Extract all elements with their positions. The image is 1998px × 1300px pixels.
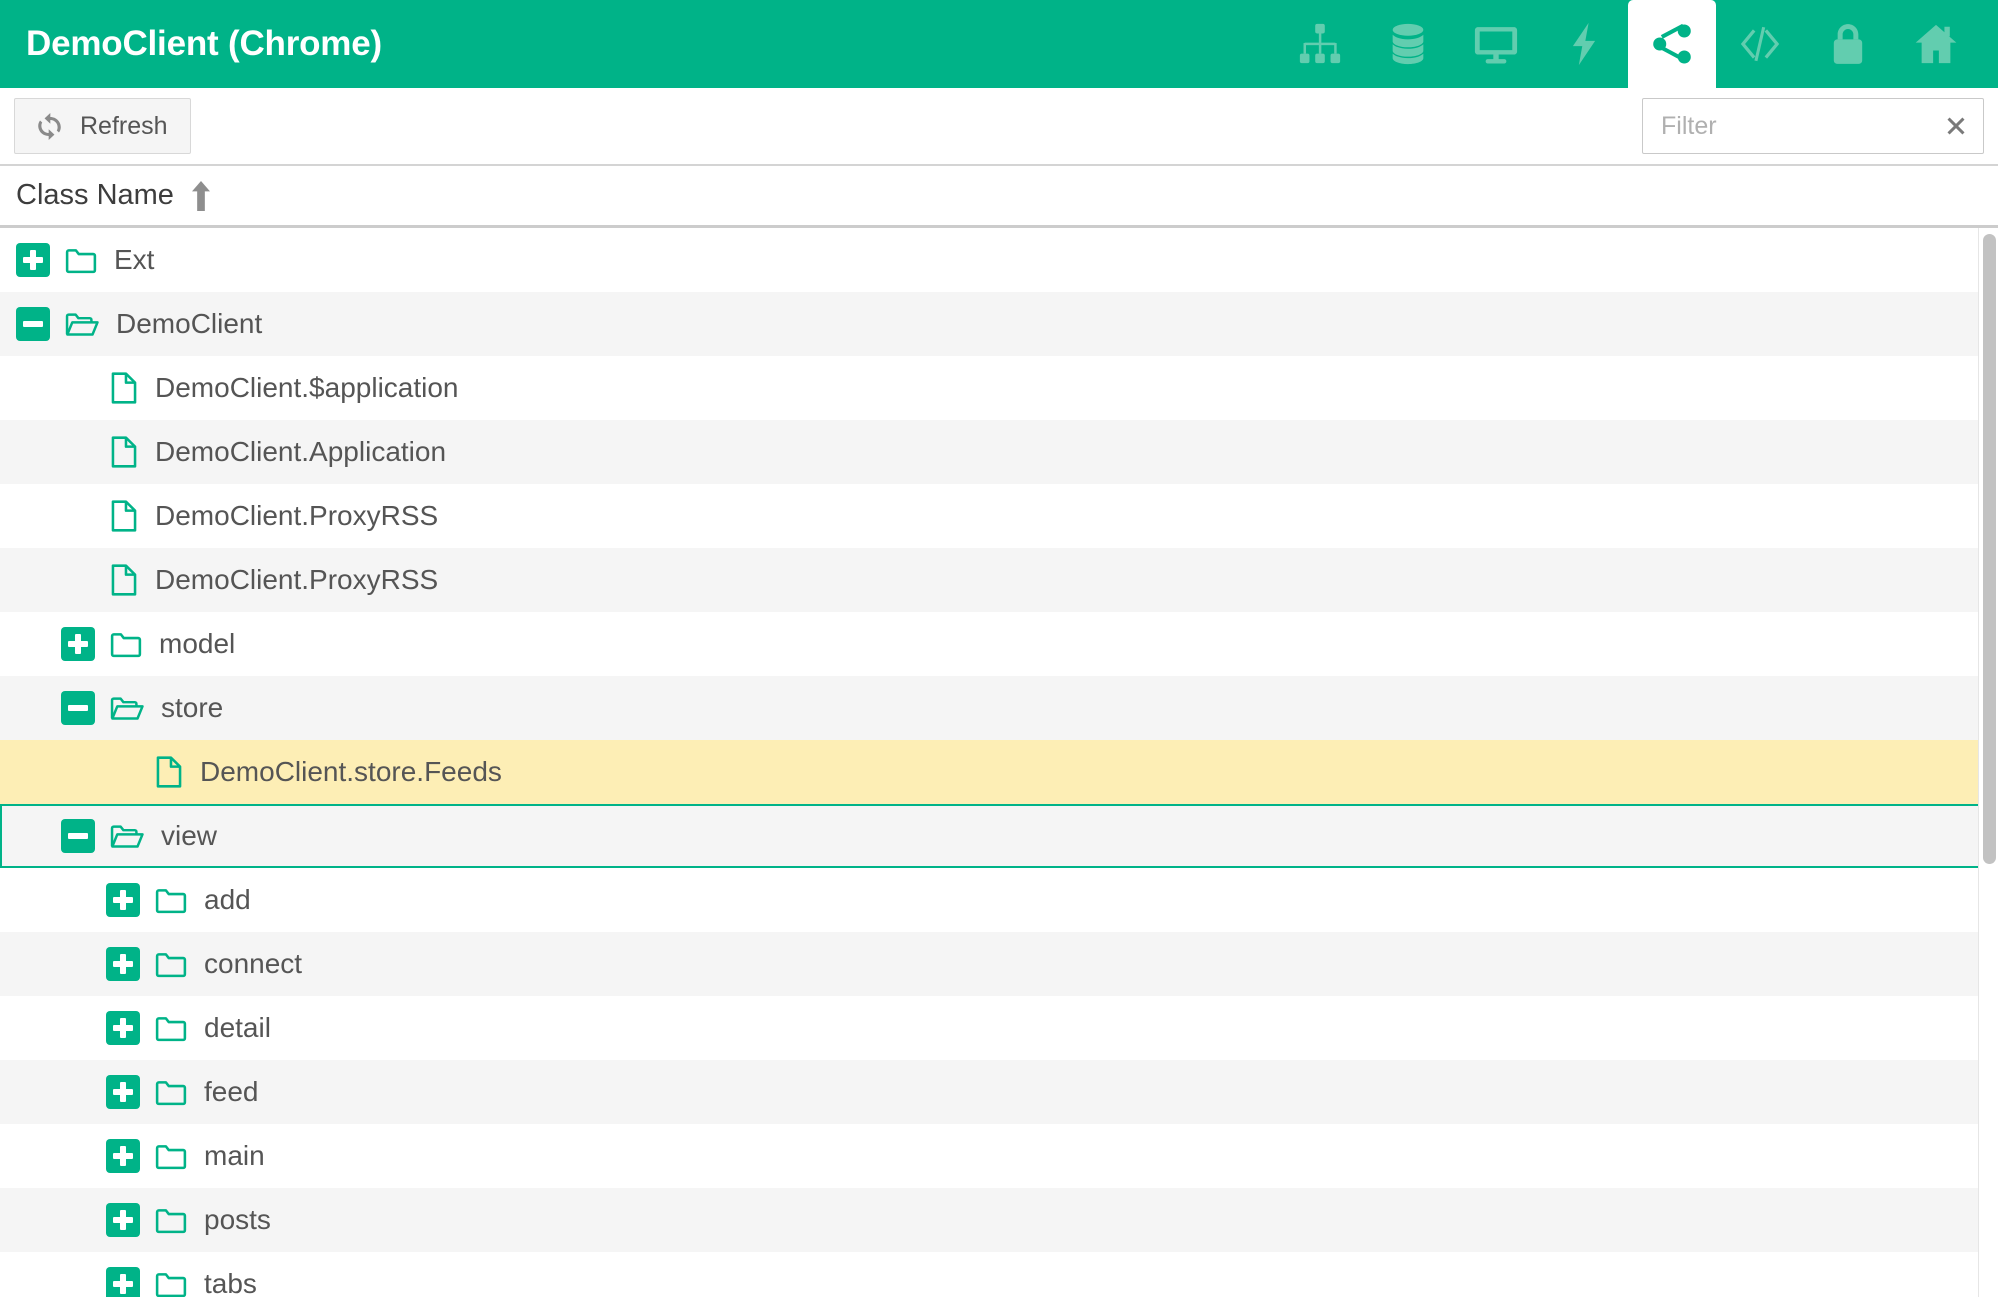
tree-row-label: feed (204, 1076, 259, 1107)
expand-icon[interactable] (106, 1203, 140, 1237)
tab-layout[interactable] (1452, 0, 1540, 88)
tree-row-label: model (159, 628, 236, 659)
refresh-button[interactable]: Refresh (14, 98, 191, 154)
tree-row-label: DemoClient.ProxyRSS (155, 564, 439, 595)
tree-row-label: main (204, 1140, 265, 1171)
tree-row-label: Ext (114, 244, 155, 275)
tree-row[interactable]: connect (0, 932, 1998, 996)
close-icon[interactable] (1942, 112, 1970, 140)
lock-icon (1825, 21, 1871, 67)
tree-row[interactable]: view (0, 804, 1998, 868)
tree-row[interactable]: DemoClient.Application (0, 420, 1998, 484)
database-icon (1385, 21, 1431, 67)
tree-row[interactable]: Ext (0, 228, 1998, 292)
folder-icon (154, 947, 188, 981)
tree-row[interactable]: tabs (0, 1252, 1998, 1297)
tree-row-label: connect (204, 948, 303, 979)
code-icon (1737, 21, 1783, 67)
tree-row[interactable]: posts (0, 1188, 1998, 1252)
tree-row-label: store (161, 692, 224, 723)
scrollbar-thumb[interactable] (1983, 234, 1996, 864)
tree-row-label: view (161, 820, 218, 851)
folder-icon (154, 1203, 188, 1237)
tree-row-label: posts (204, 1204, 271, 1235)
expand-icon[interactable] (106, 883, 140, 917)
folder-icon (109, 627, 143, 661)
file-icon (154, 755, 184, 789)
folder-icon (64, 243, 98, 277)
tree-row[interactable]: detail (0, 996, 1998, 1060)
home-icon (1913, 21, 1959, 67)
tree-row-label: DemoClient.ProxyRSS (155, 500, 439, 531)
filter-field (1642, 98, 1984, 154)
folder-icon (154, 1011, 188, 1045)
expand-icon[interactable] (106, 1267, 140, 1297)
folder-icon (154, 883, 188, 917)
arrow-up-icon[interactable] (190, 180, 212, 211)
folder-icon (154, 1139, 188, 1173)
tree-row[interactable]: feed (0, 1060, 1998, 1124)
share-icon (1649, 21, 1695, 67)
folder-icon (154, 1267, 188, 1297)
tree-row[interactable]: DemoClient.store.Feeds (0, 740, 1998, 804)
expand-icon[interactable] (106, 947, 140, 981)
hierarchy-icon (1297, 21, 1343, 67)
app-header: DemoClient (Chrome) (0, 0, 1998, 88)
file-icon (109, 499, 139, 533)
folder-open-icon (109, 819, 145, 853)
tree-row-label: detail (204, 1012, 271, 1043)
column-header-class-name[interactable]: Class Name (0, 166, 1998, 228)
expand-icon[interactable] (106, 1075, 140, 1109)
bolt-icon (1561, 21, 1607, 67)
collapse-icon[interactable] (16, 307, 50, 341)
expand-icon[interactable] (106, 1011, 140, 1045)
tree-row[interactable]: store (0, 676, 1998, 740)
monitor-icon (1473, 21, 1519, 67)
expand-icon[interactable] (16, 243, 50, 277)
tree-row-label: DemoClient (116, 308, 263, 339)
tab-home[interactable] (1892, 0, 1980, 88)
refresh-icon (33, 110, 66, 143)
column-header-label: Class Name (16, 179, 174, 211)
toolbar: Refresh (0, 88, 1998, 166)
tree-row[interactable]: DemoClient.$application (0, 356, 1998, 420)
tab-class-tree[interactable] (1628, 0, 1716, 88)
tree-row-label: DemoClient.store.Feeds (200, 756, 502, 787)
file-icon (109, 563, 139, 597)
tree-row-label: tabs (204, 1268, 257, 1297)
app-title: DemoClient (Chrome) (26, 24, 382, 63)
tree-row[interactable]: DemoClient.ProxyRSS (0, 548, 1998, 612)
refresh-button-label: Refresh (80, 111, 168, 140)
file-icon (109, 371, 139, 405)
header-tab-bar (1276, 0, 1998, 88)
file-icon (109, 435, 139, 469)
collapse-icon[interactable] (61, 691, 95, 725)
vertical-scrollbar[interactable] (1978, 228, 1998, 1297)
expand-icon[interactable] (106, 1139, 140, 1173)
tab-security[interactable] (1804, 0, 1892, 88)
class-tree: Ext DemoClient DemoClient.$application Demo… (0, 228, 1998, 1297)
class-tree-viewport: Ext DemoClient DemoClient.$application Demo… (0, 228, 1998, 1297)
tab-component-tree[interactable] (1276, 0, 1364, 88)
tree-row[interactable]: add (0, 868, 1998, 932)
tree-row[interactable]: main (0, 1124, 1998, 1188)
folder-icon (154, 1075, 188, 1109)
collapse-icon[interactable] (61, 819, 95, 853)
folder-open-icon (64, 307, 100, 341)
tree-row[interactable]: DemoClient (0, 292, 1998, 356)
tree-row-label: add (204, 884, 251, 915)
tab-stores[interactable] (1364, 0, 1452, 88)
folder-open-icon (109, 691, 145, 725)
tab-events[interactable] (1540, 0, 1628, 88)
tab-console[interactable] (1716, 0, 1804, 88)
tree-row-label: DemoClient.$application (155, 372, 459, 403)
expand-icon[interactable] (61, 627, 95, 661)
tree-row-label: DemoClient.Application (155, 436, 447, 467)
tree-row[interactable]: model (0, 612, 1998, 676)
tree-row[interactable]: DemoClient.ProxyRSS (0, 484, 1998, 548)
filter-input[interactable] (1642, 98, 1984, 154)
